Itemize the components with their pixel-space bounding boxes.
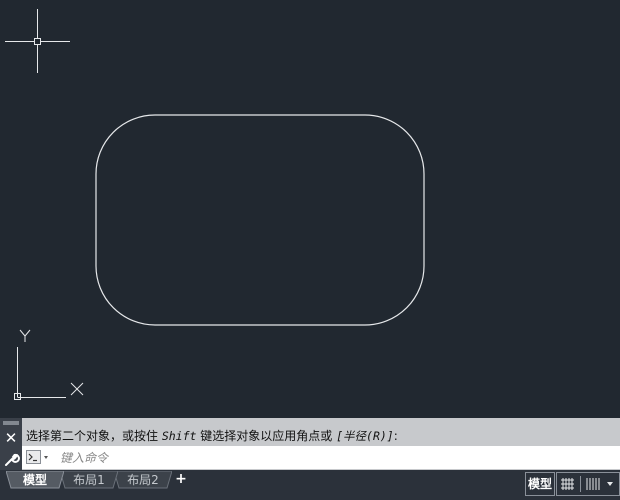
- grip-icon[interactable]: [3, 421, 19, 425]
- command-prompt-icon[interactable]: [26, 450, 52, 465]
- command-history-line: 选择第二个对象，或按住 Shift 键选择对象以应用角点或 [半径(R)]:: [22, 427, 620, 445]
- model-space-button[interactable]: 模型: [525, 472, 555, 496]
- tab-layout1-label: 布局1: [73, 473, 105, 487]
- history-keyword-shift: Shift: [161, 429, 197, 443]
- grid-display-button[interactable]: [556, 472, 620, 496]
- drawing-canvas[interactable]: X Y: [0, 0, 620, 418]
- crosshair-cursor: [5, 9, 70, 73]
- tab-layout1[interactable]: 布局1: [60, 471, 118, 489]
- history-suffix: :: [393, 429, 398, 443]
- history-text-1: 选择第二个对象，或按住: [26, 429, 162, 443]
- ucs-icon: [14, 329, 84, 400]
- rounded-rectangle[interactable]: [95, 114, 425, 326]
- status-bar: 布局2 布局1 模型 + 模型: [0, 470, 620, 500]
- command-input-row: [22, 446, 620, 469]
- tab-layout2[interactable]: 布局2: [114, 471, 172, 489]
- command-input[interactable]: [58, 448, 602, 467]
- command-line-panel: ✕ 选择第二个对象，或按住 Shift 键选择对象以应用角点或 [半径(R)]:: [0, 418, 620, 470]
- history-text-2: 键选择对象以应用角点或: [196, 429, 337, 443]
- tab-model-label: 模型: [22, 473, 47, 487]
- wrench-icon[interactable]: [2, 451, 20, 468]
- history-option-radius[interactable]: [半径(R)]: [336, 429, 394, 443]
- grid-icon: [561, 476, 613, 492]
- tab-layout2-label: 布局2: [127, 473, 159, 487]
- command-line-handle[interactable]: ✕: [0, 418, 22, 470]
- tab-model[interactable]: 模型: [6, 471, 64, 489]
- add-layout-button[interactable]: +: [170, 471, 192, 488]
- close-icon[interactable]: ✕: [2, 429, 20, 447]
